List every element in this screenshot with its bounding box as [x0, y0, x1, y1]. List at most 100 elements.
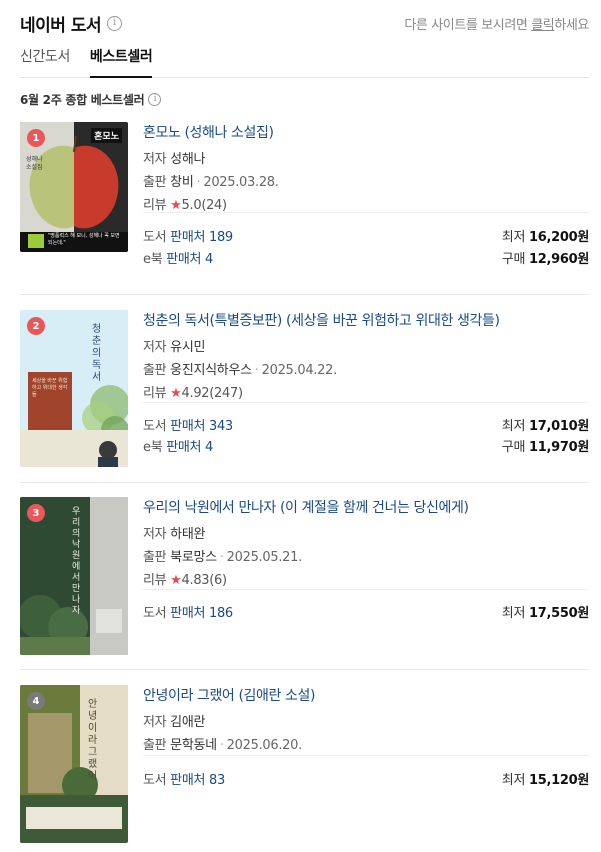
- publisher-label: 출판: [143, 363, 167, 378]
- book-info: 청춘의 독서(특별증보판) (세상을 바꾼 위험하고 위대한 생각들) 저자 유…: [143, 310, 589, 455]
- ebook-shop-row: e북 판매처 4 구매 11,970원: [143, 436, 589, 455]
- book-shops-link[interactable]: 판매처 189: [170, 230, 233, 245]
- star-icon: ★: [170, 573, 182, 588]
- author-link[interactable]: 성해나: [170, 152, 205, 167]
- book-title-link[interactable]: 우리의 낙원에서 만나자 (이 계절을 함께 건너는 당신에게): [143, 497, 589, 517]
- review-label: 리뷰: [143, 198, 167, 213]
- book-title-link[interactable]: 혼모노 (성해나 소설집): [143, 122, 589, 142]
- dot-separator: ·: [196, 175, 201, 190]
- author-link[interactable]: 유시민: [170, 340, 205, 355]
- book-type-label: 도서: [143, 419, 167, 434]
- min-price[interactable]: 16,200원: [529, 230, 589, 245]
- list-item: 3 우리의 낙원에서 만나자 우리의 낙원에서 만나자 (이 계절을 함께 건너…: [20, 497, 589, 670]
- tab-bestseller[interactable]: 베스트셀러: [89, 44, 153, 78]
- rank-badge: 3: [27, 504, 45, 522]
- list-item: 1 혼모노 성해나 소설집 "명품럭스 해 보니, 성해나 꼭 보면 되는데."…: [20, 122, 589, 295]
- dot-separator: ·: [219, 738, 224, 753]
- ebook-type-label: e북: [143, 252, 163, 267]
- author-row: 저자 김애란: [143, 711, 589, 730]
- review-count: (24): [201, 198, 227, 213]
- cover-title: 청춘의 독서: [92, 324, 102, 383]
- book-shops-link[interactable]: 판매처 343: [170, 419, 233, 434]
- info-icon[interactable]: i: [148, 93, 162, 106]
- publisher-label: 출판: [143, 175, 167, 190]
- publisher-name: 문학동네: [170, 738, 217, 753]
- ebook-shops-link[interactable]: 판매처 4: [166, 252, 213, 267]
- publisher-row: 출판 문학동네 · 2025.06.20.: [143, 734, 589, 753]
- ebook-price[interactable]: 12,960원: [529, 252, 589, 267]
- dot-separator: ·: [254, 363, 259, 378]
- book-info: 안녕이라 그랬어 (김애란 소설) 저자 김애란 출판 문학동네 · 2025.06…: [143, 685, 589, 788]
- pub-date: 2025.04.22.: [261, 363, 338, 378]
- publisher-name: 창비: [170, 175, 194, 190]
- min-price-label: 최저: [501, 230, 526, 245]
- book-shops-link[interactable]: 판매처 83: [170, 773, 225, 788]
- book-title-link[interactable]: 안녕이라 그랬어 (김애란 소설): [143, 685, 589, 705]
- pub-date: 2025.05.21.: [226, 550, 303, 565]
- book-title-link[interactable]: 청춘의 독서(특별증보판) (세상을 바꾼 위험하고 위대한 생각들): [143, 310, 589, 330]
- min-price[interactable]: 15,120원: [529, 773, 589, 788]
- author-link[interactable]: 김애란: [170, 715, 205, 730]
- book-shop-row: 도서 판매처 189 최저 16,200원: [143, 226, 589, 245]
- tab-bar: 신간도서 베스트셀러: [20, 44, 589, 78]
- star-icon: ★: [170, 386, 182, 401]
- author-row: 저자 유시민: [143, 336, 589, 355]
- ebook-type-label: e북: [143, 440, 163, 455]
- author-row: 저자 성해나: [143, 148, 589, 167]
- author-link[interactable]: 하태완: [170, 527, 205, 542]
- other-site-suffix: 하세요: [554, 17, 589, 33]
- publisher-label: 출판: [143, 738, 167, 753]
- publisher-row: 출판 웅진지식하우스 · 2025.04.22.: [143, 359, 589, 378]
- buy-price-label: 구매: [501, 252, 526, 267]
- rating-value: 5.0: [181, 198, 202, 213]
- dot-separator: ·: [219, 550, 224, 565]
- page-title: 네이버 도서: [20, 15, 102, 36]
- ebook-shops-link[interactable]: 판매처 4: [166, 440, 213, 455]
- book-type-label: 도서: [143, 606, 167, 621]
- publisher-name: 북로망스: [170, 550, 217, 565]
- book-shop-row: 도서 판매처 343 최저 17,010원: [143, 415, 589, 434]
- buy-price-label: 구매: [501, 440, 526, 455]
- book-shop-row: 도서 판매처 83 최저 15,120원: [143, 769, 589, 788]
- review-label: 리뷰: [143, 573, 167, 588]
- rank-badge: 4: [27, 692, 45, 710]
- review-row: 리뷰 ★4.83(6): [143, 569, 589, 588]
- pub-date: 2025.03.28.: [203, 175, 279, 190]
- book-cover[interactable]: 4 안녕이라 그랬어: [20, 685, 128, 843]
- info-icon[interactable]: i: [107, 15, 123, 31]
- ebook-price[interactable]: 11,970원: [529, 440, 589, 455]
- header: 네이버 도서 i 다른 사이트를 보시려면 클릭하세요: [20, 10, 589, 36]
- min-price[interactable]: 17,010원: [529, 419, 589, 434]
- author-label: 저자: [143, 527, 167, 542]
- cover-title: 우리의 낙원에서 만나자: [72, 507, 81, 616]
- tab-new-books[interactable]: 신간도서: [20, 44, 70, 78]
- cover-subtitle: 세상을 바꾼 위험하고 위대한 생각들: [32, 378, 68, 398]
- publisher-row: 출판 창비 · 2025.03.28.: [143, 171, 589, 190]
- divider: [143, 212, 589, 213]
- review-row: 리뷰 ★5.0(24): [143, 194, 589, 213]
- min-price[interactable]: 17,550원: [529, 606, 589, 621]
- book-cover[interactable]: 1 혼모노 성해나 소설집 "명품럭스 해 보니, 성해나 꼭 보면 되는데.": [20, 122, 128, 252]
- book-info: 혼모노 (성해나 소설집) 저자 성해나 출판 창비 · 2025.03.28. 리…: [143, 122, 589, 267]
- title-wrap: 네이버 도서 i: [20, 11, 123, 36]
- rating-value: 4.92: [181, 386, 210, 401]
- divider: [143, 402, 589, 403]
- rating-value: 4.83: [181, 573, 210, 588]
- pub-date: 2025.06.20.: [226, 738, 303, 753]
- cover-title: 안녕이라 그랬어: [88, 699, 98, 782]
- book-cover[interactable]: 2 청춘의 독서 세상을 바꾼 위험하고 위대한 생각들: [20, 310, 128, 467]
- publisher-row: 출판 북로망스 · 2025.05.21.: [143, 546, 589, 565]
- publisher-label: 출판: [143, 550, 167, 565]
- book-info: 우리의 낙원에서 만나자 (이 계절을 함께 건너는 당신에게) 저자 하태완 …: [143, 497, 589, 621]
- review-count: (247): [209, 386, 243, 401]
- book-shops-link[interactable]: 판매처 186: [170, 606, 233, 621]
- min-price-label: 최저: [501, 419, 526, 434]
- other-site-notice: 다른 사이트를 보시려면 클릭하세요: [404, 14, 589, 33]
- book-type-label: 도서: [143, 230, 167, 245]
- other-site-prefix: 다른 사이트를 보시려면: [404, 17, 532, 33]
- other-site-click-link[interactable]: 클릭: [531, 18, 555, 33]
- author-row: 저자 하태완: [143, 523, 589, 542]
- book-type-label: 도서: [143, 773, 167, 788]
- book-cover[interactable]: 3 우리의 낙원에서 만나자: [20, 497, 128, 655]
- author-label: 저자: [143, 715, 167, 730]
